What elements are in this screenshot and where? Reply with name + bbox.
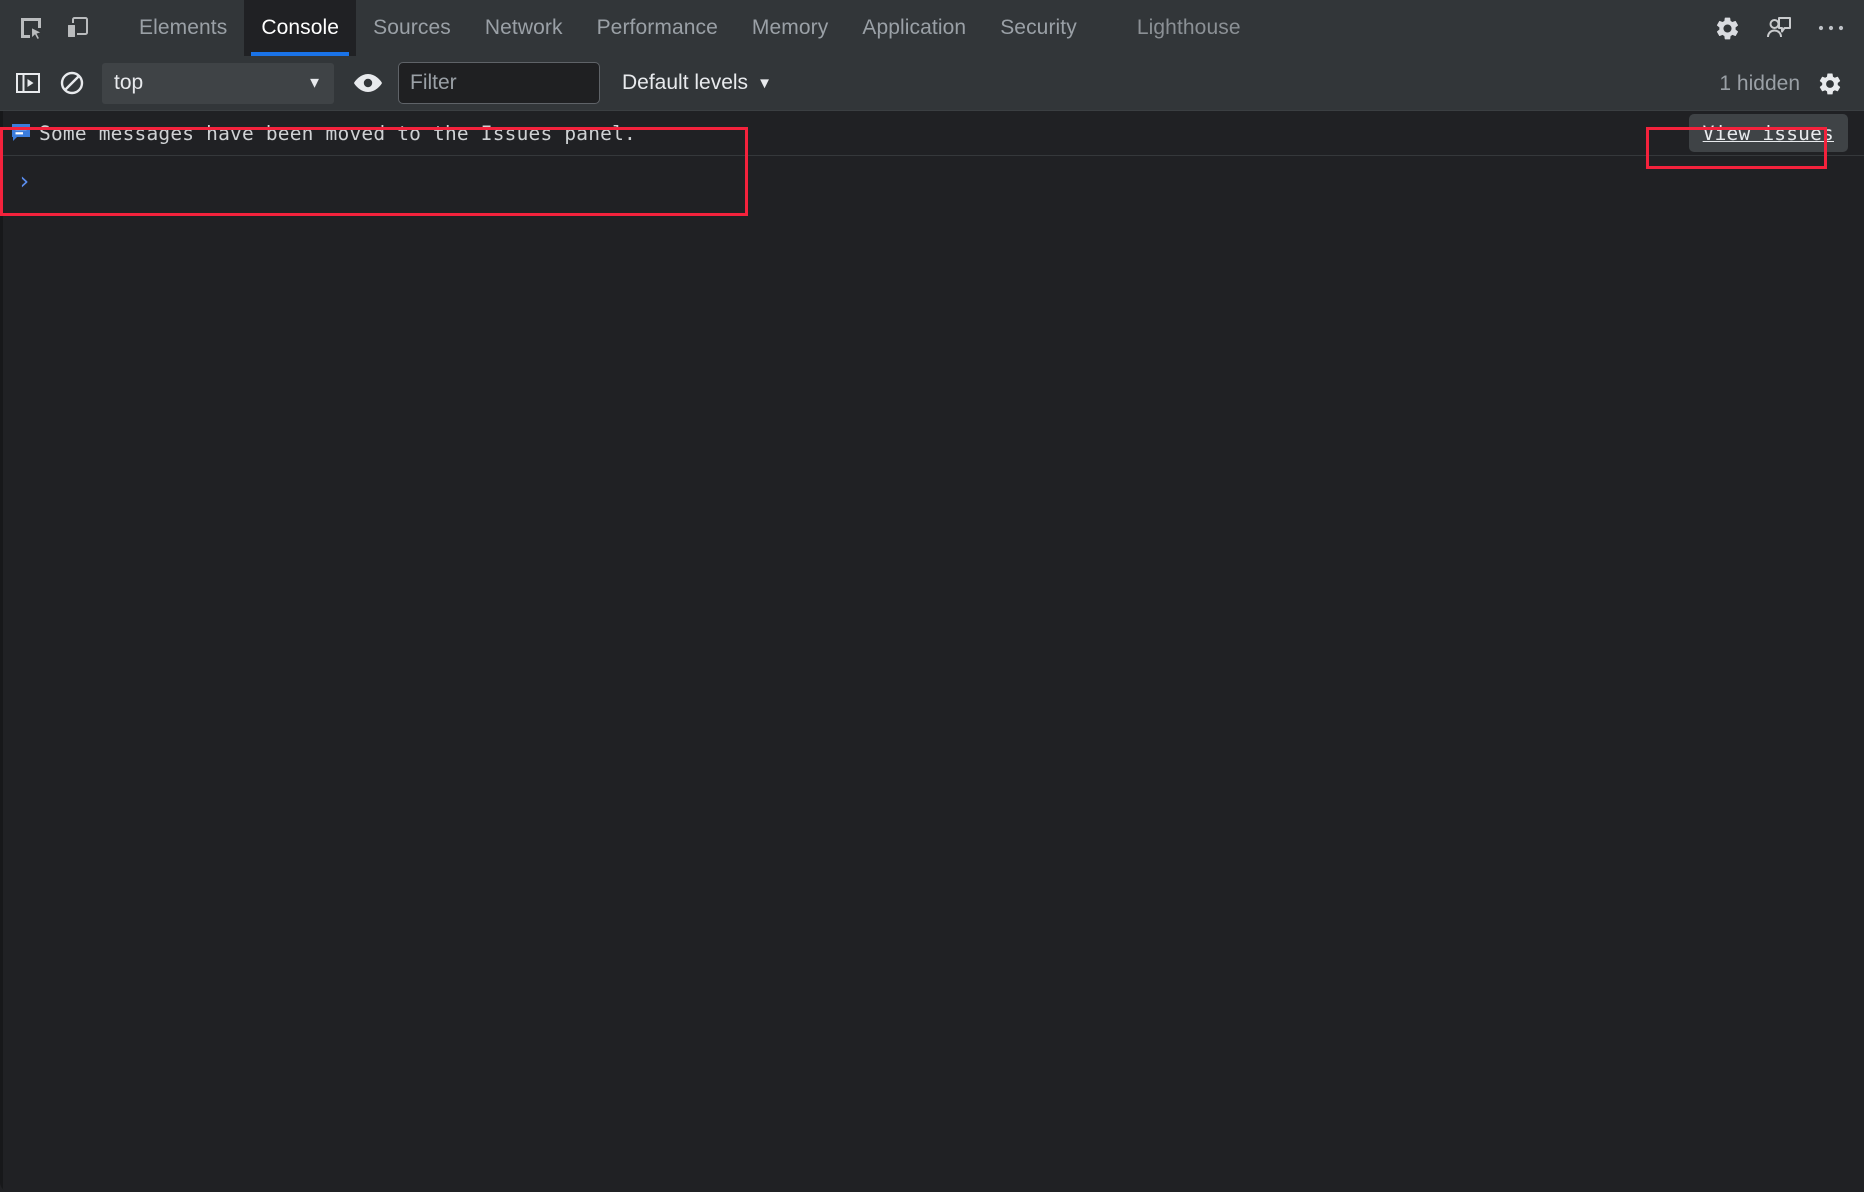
panel-tabs: Elements Console Sources Network Perform… — [122, 0, 1258, 56]
console-toolbar: top ▼ Default levels ▼ 1 hidden — [0, 56, 1864, 111]
console-prompt-row[interactable]: › — [3, 156, 1864, 206]
console-filter-input[interactable] — [398, 62, 600, 104]
execution-context-select[interactable]: top ▼ — [102, 63, 334, 104]
create-live-expression-icon[interactable] — [346, 61, 390, 105]
tab-memory[interactable]: Memory — [735, 0, 845, 56]
execution-context-value: top — [114, 71, 143, 95]
chevron-down-icon: ▼ — [307, 76, 322, 91]
tab-security[interactable]: Security — [983, 0, 1094, 56]
tab-label: Performance — [597, 16, 718, 40]
tab-sources[interactable]: Sources — [356, 0, 468, 56]
tab-console[interactable]: Console — [244, 0, 356, 56]
settings-gear-icon[interactable] — [1704, 5, 1750, 51]
view-issues-button[interactable]: View issues — [1689, 114, 1848, 152]
feedback-icon[interactable] — [1756, 5, 1802, 51]
tab-spacer — [1094, 0, 1120, 56]
view-issues-label: View issues — [1703, 122, 1834, 145]
log-levels-select[interactable]: Default levels ▼ — [614, 62, 780, 104]
tab-label: Memory — [752, 16, 828, 40]
prompt-chevron-icon: › — [17, 169, 31, 193]
console-message-list[interactable]: Some messages have been moved to the Iss… — [0, 111, 1864, 1192]
device-toolbar-icon[interactable] — [54, 5, 100, 51]
tab-label: Network — [485, 16, 563, 40]
devtools-window: Elements Console Sources Network Perform… — [0, 0, 1864, 1192]
info-message-icon — [11, 123, 39, 143]
console-message-row[interactable]: Some messages have been moved to the Iss… — [3, 111, 1864, 156]
console-message-text: Some messages have been moved to the Iss… — [39, 122, 636, 145]
tab-application[interactable]: Application — [845, 0, 983, 56]
more-options-icon[interactable] — [1808, 5, 1854, 51]
tab-network[interactable]: Network — [468, 0, 580, 56]
tab-label: Lighthouse — [1137, 16, 1241, 40]
chevron-down-icon: ▼ — [757, 76, 772, 91]
console-sidebar-toggle-icon[interactable] — [6, 61, 50, 105]
tab-label: Elements — [139, 16, 227, 40]
console-toolbar-right: 1 hidden — [1719, 56, 1852, 111]
tab-performance[interactable]: Performance — [580, 0, 735, 56]
tabbar-actions — [1704, 0, 1854, 56]
tab-label: Application — [862, 16, 966, 40]
tab-lighthouse[interactable]: Lighthouse — [1120, 0, 1258, 56]
console-settings-gear-icon[interactable] — [1808, 62, 1852, 106]
tab-label: Sources — [373, 16, 451, 40]
hidden-messages-count: 1 hidden — [1719, 72, 1800, 96]
inspect-element-icon[interactable] — [8, 5, 54, 51]
tab-label: Security — [1000, 16, 1077, 40]
clear-console-icon[interactable] — [50, 61, 94, 105]
log-levels-label: Default levels — [622, 71, 748, 95]
devtools-tabbar: Elements Console Sources Network Perform… — [0, 0, 1864, 56]
tab-elements[interactable]: Elements — [122, 0, 244, 56]
tab-label: Console — [261, 16, 339, 40]
